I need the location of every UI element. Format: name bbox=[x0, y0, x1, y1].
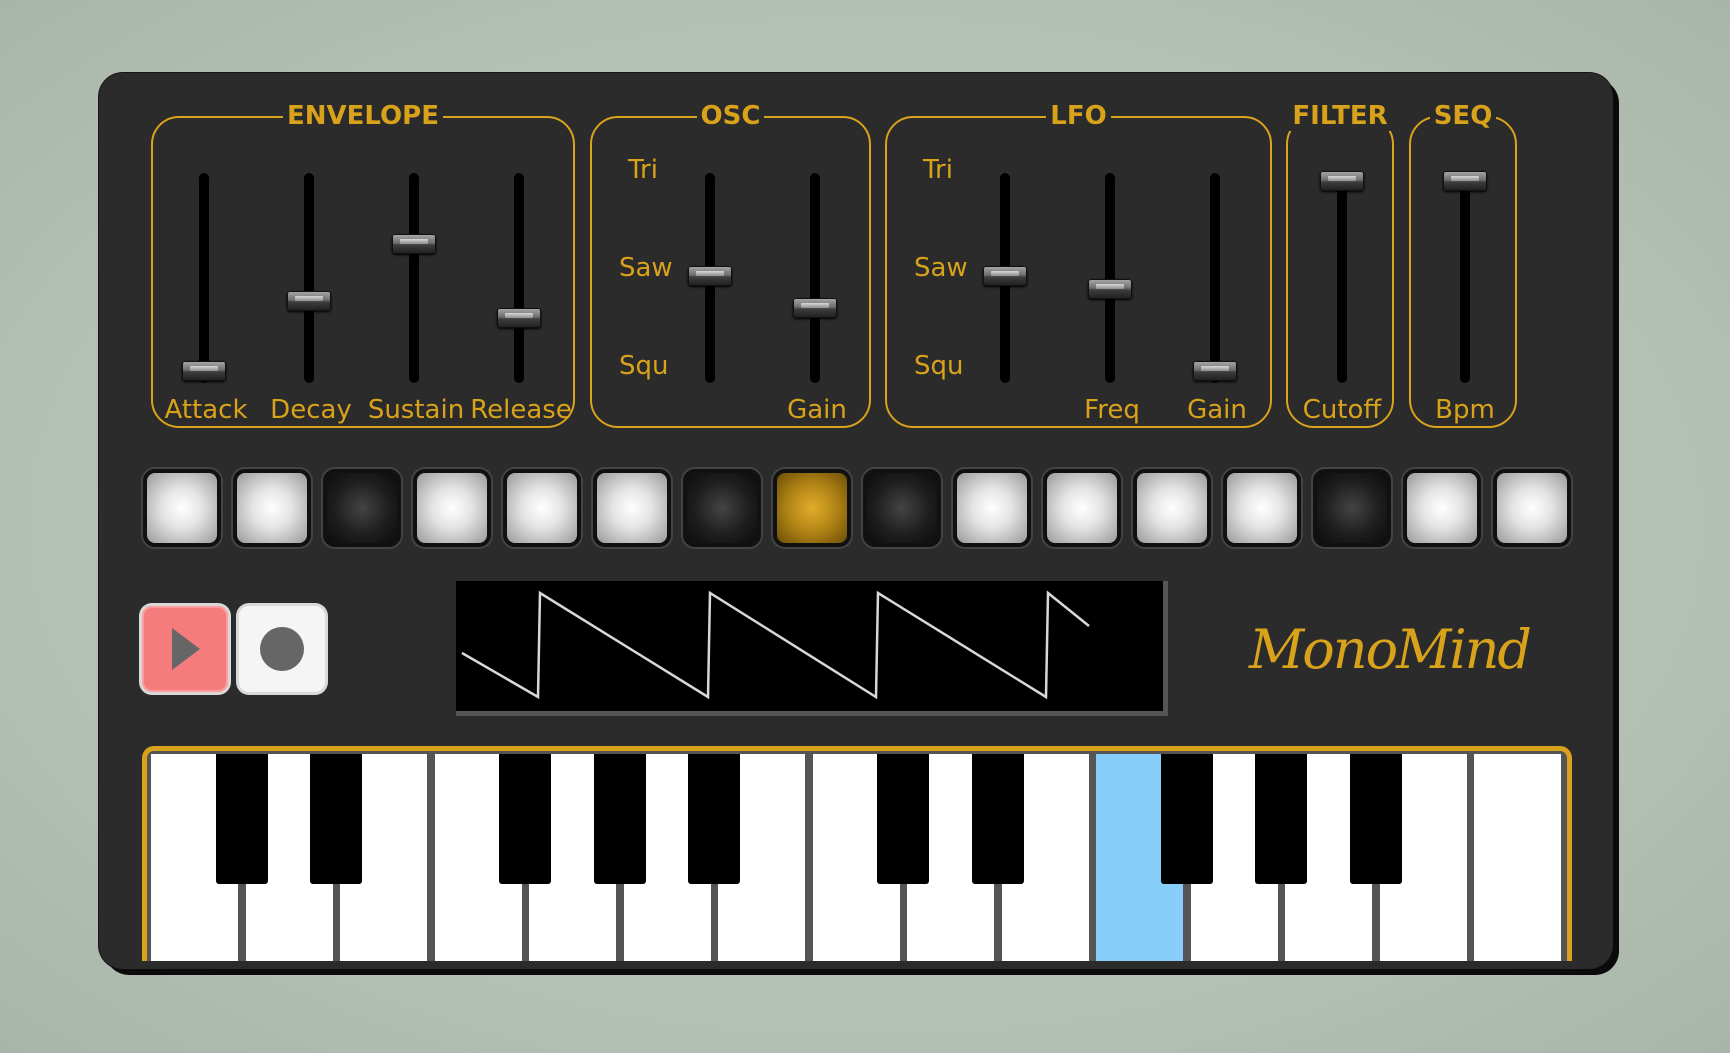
black-key-6[interactable] bbox=[688, 754, 740, 884]
cutoff-label: Cutoff bbox=[1302, 395, 1382, 425]
osc-gain-slider-handle[interactable] bbox=[793, 298, 837, 319]
black-key-2[interactable] bbox=[310, 754, 362, 884]
sequencer-step-9[interactable] bbox=[863, 469, 941, 547]
sequencer-step-16[interactable] bbox=[1493, 469, 1571, 547]
lfo-gain-label: Gain bbox=[1187, 395, 1247, 425]
osc-waveform-slider-handle[interactable] bbox=[688, 266, 732, 286]
play-icon bbox=[172, 628, 200, 670]
sequencer-step-12[interactable] bbox=[1133, 469, 1211, 547]
black-key-11[interactable] bbox=[1160, 754, 1213, 884]
lfo-waveform-slider-handle[interactable] bbox=[983, 266, 1027, 286]
sequencer-step-11[interactable] bbox=[1043, 469, 1121, 547]
record-icon bbox=[260, 627, 304, 671]
lfo-freq-slider-handle[interactable] bbox=[1088, 279, 1132, 300]
osc-squ-label: Squ bbox=[619, 351, 669, 381]
record-button[interactable] bbox=[239, 606, 325, 692]
black-key-1[interactable] bbox=[215, 754, 268, 884]
lfo-title: LFO bbox=[1046, 101, 1111, 131]
sequencer-step-8[interactable] bbox=[773, 469, 851, 547]
lfo-panel: LFO Tri Saw Squ Freq Gain bbox=[885, 101, 1272, 428]
lfo-gain-slider[interactable] bbox=[1193, 173, 1237, 383]
bpm-slider[interactable] bbox=[1443, 171, 1487, 383]
attack-label: Attack bbox=[164, 395, 248, 425]
osc-gain-slider[interactable] bbox=[793, 173, 837, 383]
lfo-saw-label: Saw bbox=[914, 253, 968, 283]
lfo-waveform-slider[interactable] bbox=[983, 173, 1027, 383]
cutoff-slider[interactable] bbox=[1320, 171, 1364, 383]
sequencer-step-5[interactable] bbox=[503, 469, 581, 547]
filter-panel: FILTER Cutoff bbox=[1286, 101, 1394, 428]
piano-keyboard bbox=[142, 746, 1572, 961]
bpm-label: Bpm bbox=[1435, 395, 1495, 425]
lfo-tri-label: Tri bbox=[923, 155, 953, 185]
sequencer-step-7[interactable] bbox=[683, 469, 761, 547]
sequencer-step-15[interactable] bbox=[1403, 469, 1481, 547]
envelope-panel: ENVELOPE Attack Decay Sustain Release bbox=[151, 101, 575, 428]
release-slider-handle[interactable] bbox=[497, 307, 541, 328]
release-label: Release bbox=[470, 395, 572, 425]
seq-title: SEQ bbox=[1429, 101, 1497, 131]
white-key-15[interactable] bbox=[1474, 754, 1561, 961]
osc-gain-label: Gain bbox=[787, 395, 847, 425]
cutoff-slider-handle[interactable] bbox=[1320, 171, 1364, 191]
black-key-5[interactable] bbox=[593, 754, 646, 884]
sequencer-step-3[interactable] bbox=[323, 469, 401, 547]
black-key-8[interactable] bbox=[877, 754, 929, 884]
lfo-freq-label: Freq bbox=[1084, 395, 1140, 425]
osc-title: OSC bbox=[696, 101, 765, 131]
osc-waveform-slider[interactable] bbox=[688, 173, 732, 383]
oscilloscope-waveform bbox=[461, 590, 1090, 700]
sequencer-step-6[interactable] bbox=[593, 469, 671, 547]
osc-panel: OSC Tri Saw Squ Gain bbox=[590, 101, 871, 428]
sequencer-step-14[interactable] bbox=[1313, 469, 1391, 547]
attack-slider[interactable] bbox=[182, 173, 226, 383]
black-key-4[interactable] bbox=[499, 754, 551, 884]
decay-slider[interactable] bbox=[287, 173, 331, 383]
oscilloscope-display bbox=[456, 581, 1168, 716]
seq-panel: SEQ Bpm bbox=[1409, 101, 1517, 428]
black-key-12[interactable] bbox=[1255, 754, 1307, 884]
sequencer-step-1[interactable] bbox=[143, 469, 221, 547]
filter-title: FILTER bbox=[1288, 101, 1392, 131]
sequencer-step-2[interactable] bbox=[233, 469, 311, 547]
sustain-slider[interactable] bbox=[392, 173, 436, 383]
lfo-squ-label: Squ bbox=[914, 351, 964, 381]
decay-label: Decay bbox=[270, 395, 352, 425]
synth-body: ENVELOPE Attack Decay Sustain Release OS… bbox=[99, 73, 1613, 969]
osc-tri-label: Tri bbox=[628, 155, 658, 185]
bpm-slider-handle[interactable] bbox=[1443, 171, 1487, 191]
sequencer-step-10[interactable] bbox=[953, 469, 1031, 547]
envelope-title: ENVELOPE bbox=[283, 101, 443, 131]
lfo-gain-slider-handle[interactable] bbox=[1193, 361, 1237, 381]
sequencer-step-4[interactable] bbox=[413, 469, 491, 547]
oscilloscope-svg bbox=[461, 590, 1090, 700]
sequencer-step-13[interactable] bbox=[1223, 469, 1301, 547]
black-key-9[interactable] bbox=[971, 754, 1024, 884]
brand-logo: MonoMind bbox=[1249, 618, 1532, 681]
sustain-label: Sustain bbox=[367, 395, 465, 425]
release-slider[interactable] bbox=[497, 173, 541, 383]
decay-slider-handle[interactable] bbox=[287, 290, 331, 311]
lfo-freq-slider[interactable] bbox=[1088, 173, 1132, 383]
attack-slider-handle[interactable] bbox=[182, 361, 226, 381]
osc-saw-label: Saw bbox=[619, 253, 673, 283]
black-key-13[interactable] bbox=[1349, 754, 1402, 884]
sustain-slider-handle[interactable] bbox=[392, 233, 436, 254]
play-button[interactable] bbox=[142, 606, 228, 692]
